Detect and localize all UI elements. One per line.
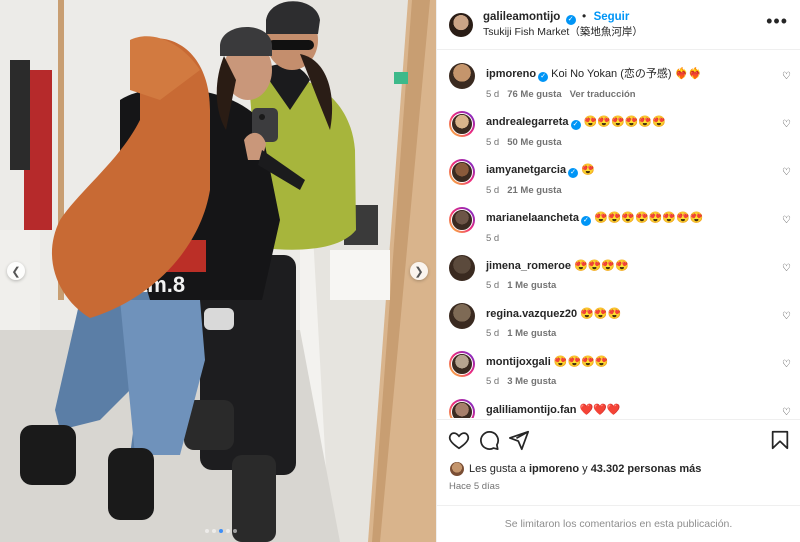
commenter-avatar[interactable] — [449, 255, 475, 281]
comment-like-heart-icon[interactable]: ♡ — [782, 215, 791, 226]
photo-image: am.8 — [0, 0, 436, 542]
likes-count[interactable]: 43.302 personas más — [591, 463, 702, 475]
comment-item: galiliamontijo.fan ❤️❤️❤️ ♡ — [437, 395, 800, 418]
comment-username[interactable]: andreaIegarreta — [486, 116, 569, 128]
comment-age: 5 d — [486, 89, 500, 100]
verified-icon: ✓ — [538, 72, 549, 82]
comment-age: 5 d — [486, 137, 500, 148]
comment-meta: 5 d 3 Me gusta — [486, 375, 770, 389]
comment-like-heart-icon[interactable]: ♡ — [782, 119, 791, 130]
share-icon[interactable] — [508, 429, 530, 451]
commenter-avatar[interactable] — [449, 63, 475, 89]
chevron-right-icon: ❯ — [414, 265, 424, 278]
bookmark-icon[interactable] — [769, 429, 791, 451]
liker-username[interactable]: ipmoreno — [529, 463, 579, 475]
comment-item: regina.vazquez20 😍😍😍 5 d 1 Me gusta ♡ — [437, 299, 800, 347]
comment-icon[interactable] — [478, 429, 500, 451]
comment-like-heart-icon[interactable]: ♡ — [782, 71, 791, 82]
post-side-panel: galileamontijo ✓ • Seguir Tsukiji Fish M… — [436, 0, 800, 542]
carousel-dot — [205, 529, 209, 533]
post-photo[interactable]: am.8 ❮ ❯ — [0, 0, 436, 542]
verified-icon: ✓ — [565, 15, 576, 25]
post-time: Hace 5 días — [449, 481, 500, 492]
comment-item: montijoxgali 😍😍😍😍 5 d 3 Me gusta ♡ — [437, 347, 800, 395]
comment-text: 😍😍😍😍😍😍😍😍 — [593, 212, 704, 224]
carousel-next-button[interactable]: ❯ — [410, 262, 428, 280]
comment-like-heart-icon[interactable]: ♡ — [782, 311, 791, 322]
comment-item: marianelaancheta ✓ 😍😍😍😍😍😍😍😍 5 d ♡ — [437, 203, 800, 251]
more-icon[interactable]: ••• — [766, 11, 788, 32]
commenter-avatar[interactable] — [449, 207, 475, 233]
comment-username[interactable]: montijoxgali — [486, 356, 551, 368]
heart-icon[interactable] — [448, 429, 470, 451]
comment-text: 😍 — [581, 164, 595, 176]
carousel-dot — [233, 529, 237, 533]
commenter-avatar[interactable] — [449, 351, 475, 377]
follow-button[interactable]: Seguir — [594, 11, 630, 23]
comment-text: 😍😍😍😍 — [553, 356, 609, 368]
header-separator: • — [582, 9, 587, 23]
comments-list[interactable]: ipmoreno ✓ Koi No Yokan (恋の予感) ❤️‍🔥❤️‍🔥 5 d… — [437, 51, 800, 418]
comment-meta: 5 d 1 Me gusta — [486, 279, 770, 293]
comment-meta: 5 d 21 Me gusta — [486, 184, 770, 198]
author-avatar[interactable] — [449, 12, 473, 37]
comment-text: 😍😍😍 — [580, 308, 622, 320]
comment-like-heart-icon[interactable]: ♡ — [782, 263, 791, 274]
commenter-avatar[interactable] — [449, 303, 475, 329]
comment-meta: 5 d 50 Me gusta — [486, 136, 770, 150]
comment-age: 5 d — [486, 233, 500, 244]
comment-username[interactable]: regina.vazquez20 — [486, 308, 577, 320]
comment-age: 5 d — [486, 280, 500, 291]
comment-likes[interactable]: 21 Me gusta — [507, 185, 561, 196]
commenter-avatar[interactable] — [449, 399, 475, 418]
comment-item: ipmoreno ✓ Koi No Yokan (恋の予感) ❤️‍🔥❤️‍🔥 5 d… — [437, 59, 800, 107]
post-location[interactable]: Tsukiji Fish Market（築地魚河岸） — [483, 25, 766, 40]
comment-age: 5 d — [486, 185, 500, 196]
comment-text: 😍😍😍😍😍😍 — [583, 116, 666, 128]
see-translation-link[interactable]: Ver traducción — [570, 89, 636, 100]
comment-text: Koi No Yokan (恋の予感) ❤️‍🔥❤️‍🔥 — [551, 68, 703, 80]
comments-limited-notice: Se limitaron los comentarios en esta pub… — [437, 505, 800, 542]
author-username[interactable]: galileamontijo — [483, 11, 560, 23]
commenter-avatar[interactable] — [449, 111, 475, 137]
liker-avatar — [450, 462, 464, 476]
post-modal: am.8 ❮ ❯ galileamontijo ✓ • Seguir Tsuki… — [0, 0, 800, 542]
comment-likes[interactable]: 1 Me gusta — [507, 280, 556, 291]
carousel-dot — [226, 529, 230, 533]
comment-like-heart-icon[interactable]: ♡ — [782, 407, 791, 418]
comment-like-heart-icon[interactable]: ♡ — [782, 167, 791, 178]
comment-text: ❤️❤️❤️ — [579, 404, 621, 416]
verified-icon: ✓ — [570, 120, 581, 130]
comment-username[interactable]: marianelaancheta — [486, 212, 579, 224]
comment-meta: 5 d 76 Me gusta Ver traducción — [486, 88, 770, 102]
carousel-dot — [219, 529, 223, 533]
comment-likes[interactable]: 76 Me gusta — [507, 89, 561, 100]
chevron-left-icon: ❮ — [11, 265, 21, 278]
comment-username[interactable]: jimena_romeroe — [486, 260, 571, 272]
verified-icon: ✓ — [568, 168, 579, 178]
comment-meta: 5 d 1 Me gusta — [486, 327, 770, 341]
carousel-prev-button[interactable]: ❮ — [7, 262, 25, 280]
comment-username[interactable]: ipmoreno — [486, 68, 536, 80]
carousel-dots — [205, 529, 237, 533]
comment-username[interactable]: iamyanetgarcia — [486, 164, 566, 176]
carousel-dot — [212, 529, 216, 533]
comment-item: andreaIegarreta ✓ 😍😍😍😍😍😍 5 d 50 Me gusta ♡ — [437, 107, 800, 155]
comment-like-heart-icon[interactable]: ♡ — [782, 359, 791, 370]
comment-age: 5 d — [486, 376, 500, 387]
comment-item: iamyanetgarcia ✓ 😍 5 d 21 Me gusta ♡ — [437, 155, 800, 203]
comment-likes[interactable]: 50 Me gusta — [507, 137, 561, 148]
comment-likes[interactable]: 3 Me gusta — [507, 376, 556, 387]
comment-username[interactable]: galiliamontijo.fan — [486, 404, 576, 416]
verified-icon: ✓ — [580, 216, 591, 226]
post-header: galileamontijo ✓ • Seguir Tsukiji Fish M… — [437, 0, 800, 50]
likes-summary: Les gusta a ipmoreno y 43.302 personas m… — [450, 462, 701, 476]
post-actions: Les gusta a ipmoreno y 43.302 personas m… — [437, 419, 800, 505]
comment-likes[interactable]: 1 Me gusta — [507, 328, 556, 339]
commenter-avatar[interactable] — [449, 159, 475, 185]
comment-meta: 5 d — [486, 232, 770, 246]
comment-age: 5 d — [486, 328, 500, 339]
comment-text: 😍😍😍😍 — [573, 260, 629, 272]
comment-item: jimena_romeroe 😍😍😍😍 5 d 1 Me gusta ♡ — [437, 251, 800, 299]
